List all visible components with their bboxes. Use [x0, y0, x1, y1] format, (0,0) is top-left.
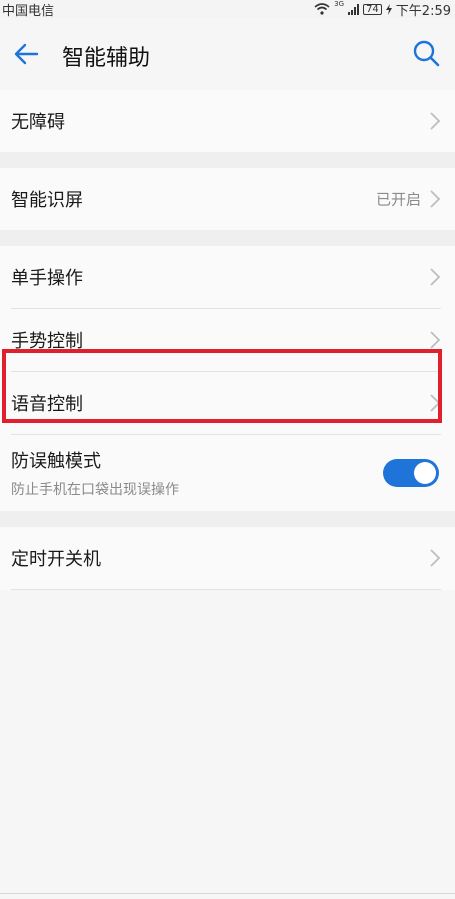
page-title: 智能辅助	[62, 46, 151, 71]
battery-level: 74	[363, 3, 382, 15]
row-label: 定时开关机	[11, 549, 101, 570]
chevron-right-icon	[430, 549, 441, 567]
carrier-label: 中国电信	[2, 3, 55, 19]
status-value: 已开启	[375, 190, 421, 209]
toggle-knob	[414, 462, 436, 484]
divider	[11, 589, 441, 590]
row-label: 手势控制	[11, 331, 83, 352]
row-voice[interactable]: 语音控制	[0, 372, 455, 434]
chevron-right-icon	[430, 394, 441, 412]
group-smart-screen: 智能识屏 已开启	[0, 168, 455, 230]
bottom-divider	[0, 893, 455, 894]
row-smart-screen[interactable]: 智能识屏 已开启	[0, 168, 455, 230]
section-gap	[0, 152, 455, 168]
group-accessibility: 无障碍	[0, 90, 455, 152]
signal-icon	[348, 3, 360, 15]
page-header: 智能辅助	[0, 18, 455, 90]
search-icon[interactable]	[411, 38, 441, 68]
mistouch-toggle[interactable]	[383, 459, 439, 487]
section-gap	[0, 230, 455, 246]
group-controls: 单手操作 手势控制 语音控制 防误触模式 防止手机在口袋出现误操作	[0, 246, 455, 511]
row-label: 语音控制	[11, 394, 83, 415]
time-label: 下午2:59	[395, 3, 451, 19]
chevron-right-icon	[430, 331, 441, 349]
row-sublabel: 防止手机在口袋出现误操作	[11, 482, 179, 498]
group-schedule: 定时开关机	[0, 527, 455, 590]
chevron-right-icon	[430, 112, 441, 130]
section-gap	[0, 511, 455, 527]
row-label: 单手操作	[11, 268, 83, 289]
status-bar: 中国电信 3G 74 下午2:59	[0, 0, 455, 19]
row-gesture[interactable]: 手势控制	[0, 309, 455, 371]
chevron-right-icon	[430, 268, 441, 286]
wifi-icon	[314, 3, 330, 15]
status-icons: 3G 74 下午2:59	[314, 0, 451, 19]
chevron-right-icon	[430, 190, 441, 208]
network-type-label: 3G	[334, 0, 345, 8]
row-schedule-power[interactable]: 定时开关机	[0, 527, 455, 589]
row-label: 无障碍	[11, 112, 65, 133]
back-arrow-icon[interactable]	[12, 40, 40, 68]
row-label: 智能识屏	[11, 190, 83, 211]
row-label: 防误触模式	[11, 451, 101, 472]
row-one-hand[interactable]: 单手操作	[0, 246, 455, 308]
charging-icon	[385, 3, 392, 15]
row-mistouch: 防误触模式 防止手机在口袋出现误操作	[0, 435, 455, 511]
row-accessibility[interactable]: 无障碍	[0, 90, 455, 152]
